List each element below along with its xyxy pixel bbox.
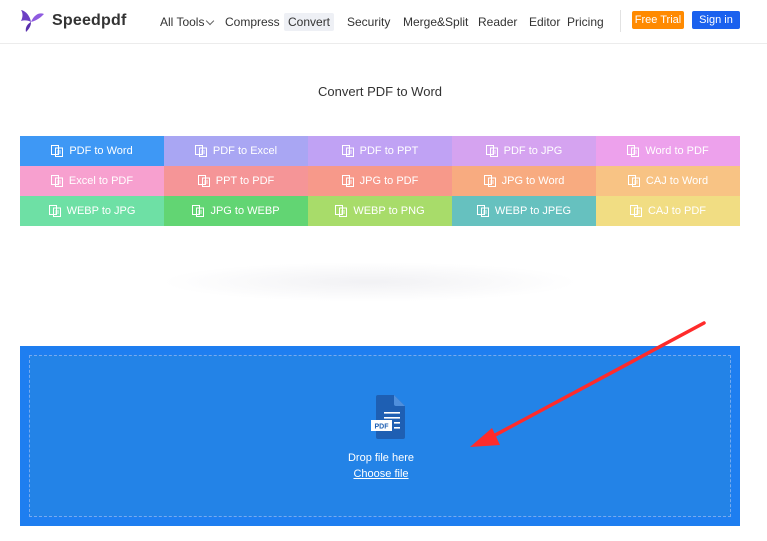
tool-tile[interactable]: PDF to Excel [164, 136, 308, 166]
chevron-down-icon [206, 16, 215, 26]
convert-file-icon [335, 205, 348, 217]
convert-file-icon [629, 205, 642, 217]
nav-convert[interactable]: Convert [284, 13, 335, 31]
tool-tile[interactable]: JPG to WEBP [164, 196, 308, 226]
tool-label: PDF to Word [69, 145, 133, 157]
drop-zone[interactable]: PDF Drop file here Choose file [29, 355, 731, 517]
drop-instructions: Drop file here [347, 452, 415, 464]
convert-file-icon [341, 145, 354, 157]
tool-tile[interactable]: Word to PDF [596, 136, 740, 166]
sign-in-button[interactable]: Sign in [692, 11, 740, 29]
convert-file-icon [194, 145, 207, 157]
tool-label: PDF to JPG [503, 145, 563, 157]
nav-merge-split[interactable]: Merge&Split [399, 13, 472, 31]
nav-all-tools[interactable]: All Tools [156, 13, 217, 31]
header-divider [620, 10, 621, 32]
page-title: Convert PDF to Word [317, 84, 443, 99]
tool-label: WEBP to JPEG [494, 205, 572, 217]
tool-label: CAJ to PDF [647, 205, 707, 217]
tool-label: WEBP to PNG [353, 205, 425, 217]
tool-tile[interactable]: WEBP to JPG [20, 196, 164, 226]
tool-tile[interactable]: CAJ to Word [596, 166, 740, 196]
tool-tile[interactable]: WEBP to JPEG [452, 196, 596, 226]
nav-compress[interactable]: Compress [221, 13, 284, 31]
tool-tile[interactable]: Excel to PDF [20, 166, 164, 196]
nav-editor[interactable]: Editor [525, 13, 564, 31]
brand-logo[interactable]: Speedpdf [18, 8, 127, 34]
nav-security[interactable]: Security [343, 13, 394, 31]
nav-reader[interactable]: Reader [474, 13, 521, 31]
tool-label: PPT to PDF [215, 175, 275, 187]
tool-tile[interactable]: PPT to PDF [164, 166, 308, 196]
convert-file-icon [627, 145, 640, 157]
pdf-document-icon: PDF [371, 395, 405, 439]
convert-file-icon [192, 205, 205, 217]
convert-file-icon [48, 205, 61, 217]
tool-tile[interactable]: PDF to Word [20, 136, 164, 166]
convert-file-icon [197, 175, 210, 187]
pdf-icon-label: PDF [375, 423, 390, 430]
tool-label: JPG to Word [501, 175, 565, 187]
tool-tile[interactable]: JPG to PDF [308, 166, 452, 196]
upload-area[interactable]: PDF Drop file here Choose file [20, 346, 740, 526]
butterfly-logo-icon [21, 10, 44, 32]
tool-tile[interactable]: PDF to JPG [452, 136, 596, 166]
tool-label: PDF to PPT [359, 145, 419, 157]
choose-file-link[interactable]: Choose file [30, 468, 732, 480]
convert-file-icon [50, 175, 63, 187]
free-trial-button[interactable]: Free Trial [632, 11, 684, 29]
nav-pricing[interactable]: Pricing [563, 13, 608, 31]
top-header: Speedpdf All Tools Compress Convert Secu… [0, 0, 767, 44]
tool-tile[interactable]: CAJ to PDF [596, 196, 740, 226]
tool-tile[interactable]: WEBP to PNG [308, 196, 452, 226]
convert-file-icon [476, 205, 489, 217]
tool-label: PDF to Excel [212, 145, 278, 157]
convert-file-icon [483, 175, 496, 187]
convert-file-icon [485, 145, 498, 157]
tool-tile[interactable]: JPG to Word [452, 166, 596, 196]
decorative-shadow [160, 262, 580, 302]
convert-file-icon [627, 175, 640, 187]
tool-label: JPG to WEBP [210, 205, 280, 217]
tool-grid: PDF to Word PDF to Excel PDF to PPT PDF to … [20, 136, 740, 226]
nav-all-tools-label: All Tools [160, 15, 205, 29]
tool-label: WEBP to JPG [66, 205, 136, 217]
convert-file-icon [51, 145, 64, 157]
tool-label: JPG to PDF [359, 175, 419, 187]
tool-label: CAJ to Word [645, 175, 709, 187]
tool-label: Word to PDF [645, 145, 709, 157]
brand-name: Speedpdf [52, 12, 127, 29]
tool-tile[interactable]: PDF to PPT [308, 136, 452, 166]
tool-label: Excel to PDF [68, 175, 134, 187]
convert-file-icon [341, 175, 354, 187]
